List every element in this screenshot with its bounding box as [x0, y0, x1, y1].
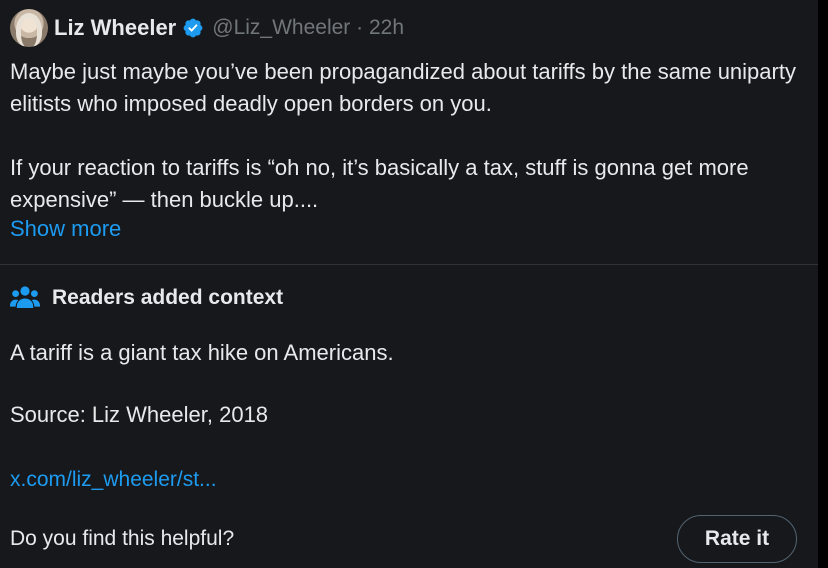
author-handle[interactable]: @Liz_Wheeler	[212, 16, 350, 39]
rate-it-button[interactable]: Rate it	[677, 515, 797, 563]
author-display-name[interactable]: Liz Wheeler	[54, 15, 176, 41]
tweet-timestamp[interactable]: 22h	[369, 16, 404, 39]
separator-dot: ·	[356, 16, 364, 39]
community-note-header: Readers added context	[10, 285, 283, 311]
verified-badge-icon	[183, 18, 203, 38]
show-more-link[interactable]: Show more	[10, 213, 121, 245]
community-note: Readers added context A tariff is a gian…	[0, 265, 818, 568]
tweet-header: Liz Wheeler @Liz_Wheeler · 22h	[10, 8, 404, 48]
community-note-body: A tariff is a giant tax hike on American…	[10, 340, 394, 365]
avatar[interactable]	[10, 9, 48, 47]
community-note-title: Readers added context	[52, 286, 284, 309]
tweet-screenshot: Liz Wheeler @Liz_Wheeler · 22h Maybe jus…	[0, 0, 828, 568]
people-icon	[10, 286, 40, 308]
tweet-card[interactable]: Liz Wheeler @Liz_Wheeler · 22h Maybe jus…	[0, 0, 818, 264]
tweet-paragraph: Maybe just maybe you’ve been propagandiz…	[10, 59, 796, 116]
author-handle-time[interactable]: @Liz_Wheeler · 22h	[212, 16, 404, 40]
community-note-link[interactable]: x.com/liz_wheeler/st...	[10, 464, 217, 496]
right-edge	[818, 0, 828, 568]
community-note-source: Source: Liz Wheeler, 2018	[10, 402, 269, 427]
helpful-question: Do you find this helpful?	[10, 527, 235, 550]
tweet-paragraph: If your reaction to tariffs is “oh no, i…	[10, 155, 749, 212]
tweet-text: Maybe just maybe you’ve been propagandiz…	[10, 56, 810, 216]
